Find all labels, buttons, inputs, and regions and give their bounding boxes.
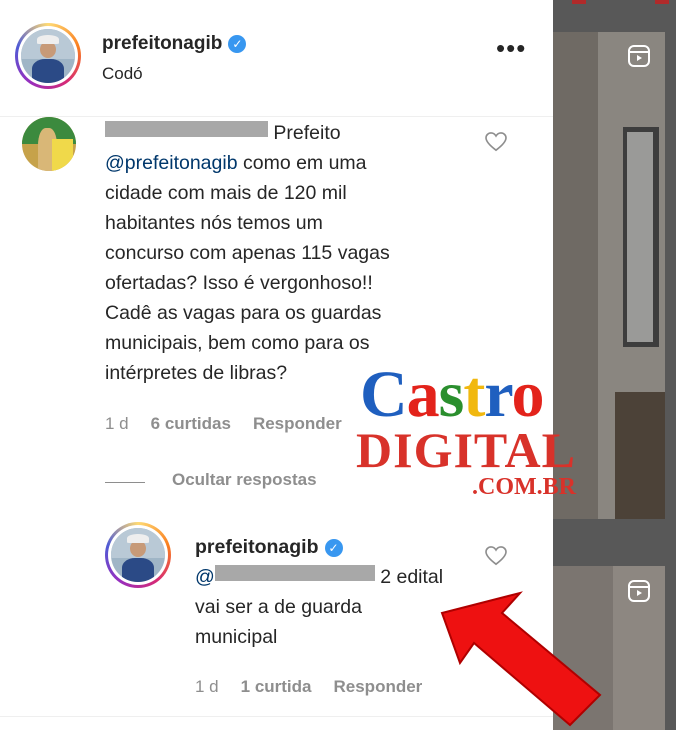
reply-text: vai ser a de guarda — [195, 596, 362, 618]
like-comment-heart-icon[interactable] — [485, 132, 507, 156]
reply-avatar[interactable] — [111, 528, 165, 582]
more-options-icon[interactable]: ••• — [496, 35, 526, 61]
reel-icon — [626, 579, 652, 605]
post-author[interactable]: prefeitonagib ✓ — [102, 33, 247, 55]
hide-replies-button[interactable]: Ocultar respostas — [172, 470, 317, 490]
background-mark — [572, 0, 586, 4]
reply-mention[interactable]: @ — [195, 565, 375, 588]
watermark-line1: Castro — [360, 358, 544, 431]
reply-button[interactable]: Responder — [253, 414, 342, 433]
red-arrow-annotation — [440, 591, 602, 727]
comment-time: 1 d — [105, 414, 129, 433]
redacted-username — [214, 565, 375, 581]
comment-likes[interactable]: 6 curtidas — [151, 414, 231, 433]
reply-text: municipal — [195, 626, 278, 648]
like-reply-heart-icon[interactable] — [485, 546, 507, 570]
comment-text: municipais, bem como para os — [105, 332, 370, 354]
avatar[interactable] — [21, 29, 75, 83]
castro-digital-watermark-logo: Castro DIGITAL .COM.BR — [352, 360, 602, 505]
comment-text: ofertadas? Isso é vergonhoso!! — [105, 272, 373, 294]
reel-icon — [626, 44, 652, 70]
reply-button[interactable]: Responder — [334, 677, 423, 696]
reply-meta: 1 d 1 curtida Responder — [195, 677, 444, 697]
replies-divider — [105, 482, 145, 483]
reply-likes[interactable]: 1 curtida — [241, 677, 312, 696]
comment-text: intérpretes de libras? — [105, 362, 288, 384]
watermark-line3: .COM.BR — [472, 474, 576, 500]
comment-meta: 1 d 6 curtidas Responder — [105, 414, 364, 434]
verified-badge-icon: ✓ — [324, 539, 343, 557]
post-header: prefeitonagib ✓ Codó ••• — [0, 0, 553, 117]
reply-author-username[interactable]: prefeitonagib — [195, 536, 319, 558]
post-author-username[interactable]: prefeitonagib — [102, 33, 222, 54]
comment-body: Prefeito @prefeitonagib como em uma cida… — [105, 118, 525, 388]
comment-text: Cadê as vagas para os guardas — [105, 302, 382, 324]
comment-mention[interactable]: @prefeitonagib — [105, 152, 238, 174]
comment-text: como em uma — [242, 152, 367, 174]
comment-text: concurso com apenas 115 vagas — [105, 242, 390, 264]
background-mark — [655, 0, 669, 4]
watermark-line2: DIGITAL — [356, 422, 577, 478]
verified-badge-icon: ✓ — [228, 35, 247, 53]
post-location[interactable]: Codó — [102, 64, 143, 84]
comment-text: cidade com mais de 120 mil — [105, 182, 347, 204]
reply-time: 1 d — [195, 677, 219, 696]
commenter-avatar[interactable] — [22, 117, 76, 171]
comment-text: habitantes nós temos um — [105, 212, 323, 234]
redacted-username[interactable] — [105, 121, 268, 137]
comment-text: Prefeito — [273, 122, 341, 144]
